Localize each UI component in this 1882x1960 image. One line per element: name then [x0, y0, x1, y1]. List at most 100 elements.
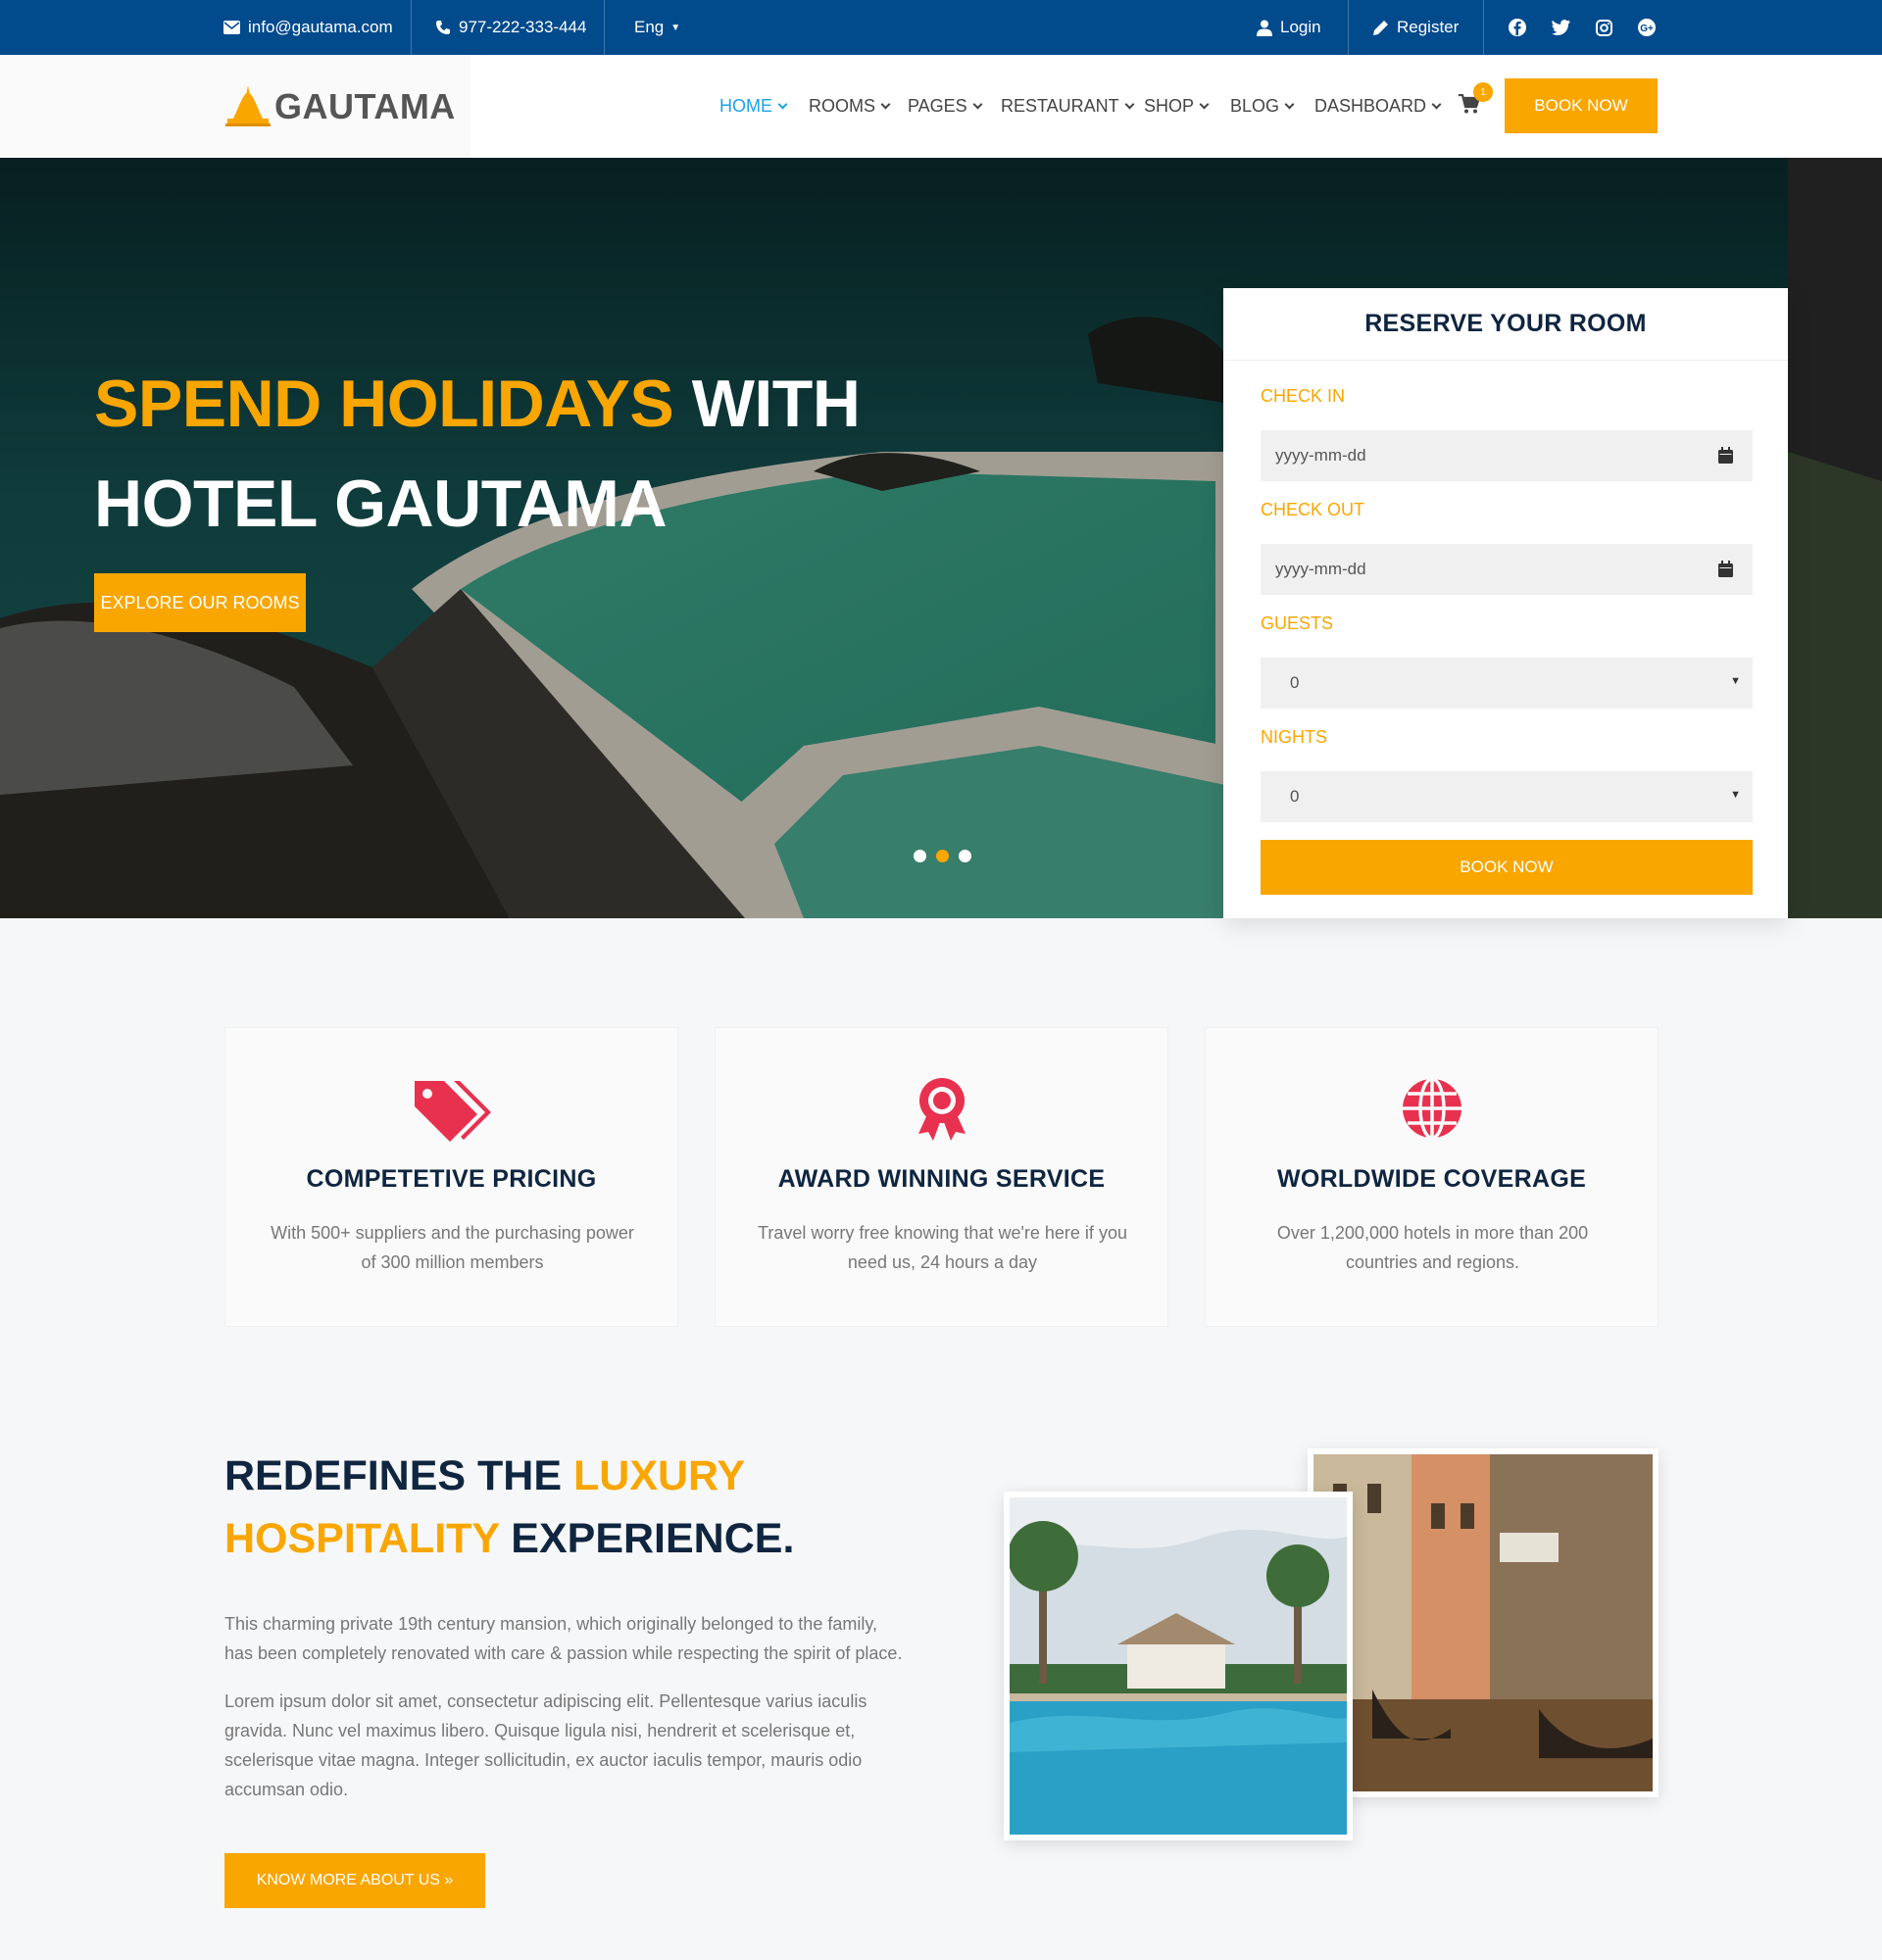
email-link[interactable]: info@gautama.com — [223, 0, 393, 55]
book-now-header-button[interactable]: BOOK NOW — [1505, 78, 1658, 133]
feature-icon-wrap — [1393, 1077, 1471, 1146]
slider-dot-1[interactable] — [914, 850, 926, 862]
check-out-placeholder: yyyy-mm-dd — [1275, 560, 1366, 578]
phone-icon — [436, 21, 450, 34]
about-title: REDEFINES THE LUXURY HOSPITALITY EXPERIE… — [224, 1445, 794, 1570]
feature-card-pricing: COMPETETIVE PRICING With 500+ suppliers … — [224, 1027, 678, 1327]
guests-label: GUESTS — [1261, 613, 1334, 633]
venice-canal-photo — [1308, 1448, 1659, 1797]
divider — [1483, 0, 1484, 55]
nav-shop[interactable]: SHOP — [1144, 55, 1210, 158]
pagoda-logo-icon — [225, 85, 271, 126]
register-text: Register — [1397, 18, 1460, 36]
chevron-down-icon — [777, 99, 788, 109]
nav-rooms[interactable]: ROOMS — [809, 55, 891, 158]
user-icon — [1257, 20, 1272, 36]
nights-select[interactable]: 0 ▼ — [1261, 771, 1753, 822]
phone-text: 977-222-333-444 — [459, 18, 587, 36]
caret-down-icon: ▼ — [1730, 675, 1741, 687]
register-link[interactable]: Register — [1372, 0, 1459, 55]
feature-title: COMPETETIVE PRICING — [306, 1165, 597, 1193]
language-select[interactable]: Eng ▼ — [634, 0, 680, 55]
guests-select[interactable]: 0 ▼ — [1261, 658, 1753, 709]
reserve-title: RESERVE YOUR ROOM — [1223, 288, 1788, 361]
about-paragraph-1: This charming private 19th century mansi… — [224, 1614, 903, 1663]
google-plus-link[interactable]: G+ — [1635, 16, 1659, 39]
award-ribbon-icon — [918, 1078, 966, 1141]
email-text: info@gautama.com — [248, 18, 393, 36]
chevron-down-icon — [1124, 99, 1135, 109]
book-now-button[interactable]: BOOK NOW — [1261, 840, 1753, 895]
check-in-input[interactable]: yyyy-mm-dd — [1261, 430, 1753, 481]
feature-card-award: AWARD WINNING SERVICE Travel worry free … — [715, 1027, 1168, 1327]
hero-title-rest: WITH — [691, 367, 861, 441]
divider — [1348, 0, 1349, 55]
guests-value: 0 — [1290, 673, 1300, 692]
google-plus-icon: G+ — [1638, 19, 1656, 36]
facebook-link[interactable] — [1506, 16, 1529, 39]
globe-icon — [1403, 1077, 1461, 1140]
hero-title-line2: HOTEL GAUTAMA — [94, 466, 668, 541]
nights-label: NIGHTS — [1261, 727, 1328, 747]
nav-shop-label: SHOP — [1144, 96, 1195, 116]
cart-count-badge: 1 — [1473, 82, 1493, 102]
nav-rooms-label: ROOMS — [809, 96, 876, 116]
nav-pages[interactable]: PAGES — [908, 55, 983, 158]
nav-restaurant-label: RESTAURANT — [1001, 96, 1119, 116]
envelope-icon — [223, 21, 240, 34]
instagram-icon — [1595, 19, 1612, 36]
pool-image — [1010, 1497, 1347, 1835]
hero-title-accent: SPEND HOLIDAYS — [94, 367, 674, 441]
check-out-input[interactable]: yyyy-mm-dd — [1261, 544, 1753, 595]
nav-restaurant[interactable]: RESTAURANT — [1001, 55, 1135, 158]
feature-card-coverage: WORLDWIDE COVERAGE Over 1,200,000 hotels… — [1205, 1027, 1659, 1327]
top-bar: info@gautama.com 977-222-333-444 Eng ▼ L… — [0, 0, 1882, 55]
twitter-icon — [1551, 20, 1570, 35]
phone-link[interactable]: 977-222-333-444 — [435, 0, 586, 55]
hero-title: SPEND HOLIDAYS WITH HOTEL GAUTAMA — [94, 354, 861, 554]
slider-dot-2[interactable] — [936, 850, 949, 862]
feature-title: AWARD WINNING SERVICE — [777, 1165, 1106, 1193]
language-text: Eng — [634, 18, 665, 36]
venice-canal-image — [1313, 1454, 1653, 1791]
about-title-accent1: LUXURY — [573, 1452, 746, 1499]
svg-text:G+: G+ — [1640, 24, 1654, 34]
caret-down-icon: ▼ — [1730, 789, 1741, 801]
check-in-placeholder: yyyy-mm-dd — [1275, 446, 1366, 465]
divider — [411, 0, 412, 55]
login-link[interactable]: Login — [1257, 0, 1321, 55]
nav-dashboard[interactable]: DASHBOARD — [1314, 55, 1442, 158]
reserve-room-form: RESERVE YOUR ROOM CHECK IN yyyy-mm-dd CH… — [1223, 288, 1788, 918]
pool-illustration — [1010, 1497, 1347, 1835]
nav-dashboard-label: DASHBOARD — [1314, 96, 1427, 116]
slider-dots — [914, 850, 971, 862]
nav-blog-label: BLOG — [1230, 96, 1280, 116]
nav-home[interactable]: HOME — [719, 55, 788, 158]
twitter-link[interactable] — [1549, 16, 1572, 39]
nights-value: 0 — [1290, 787, 1300, 806]
nav-blog[interactable]: BLOG — [1230, 55, 1295, 158]
instagram-link[interactable] — [1592, 16, 1615, 39]
chevron-down-icon — [972, 99, 983, 109]
pool-photo — [1004, 1492, 1353, 1840]
pencil-icon — [1373, 20, 1388, 35]
chevron-down-icon — [1284, 99, 1295, 109]
feature-text: Over 1,200,000 hotels in more than 200 c… — [1276, 1223, 1589, 1272]
about-title-accent2: HOSPITALITY — [224, 1515, 500, 1562]
know-more-button[interactable]: KNOW MORE ABOUT US » — [224, 1853, 485, 1908]
logo[interactable]: GAUTAMA — [225, 82, 456, 131]
explore-rooms-button[interactable]: EXPLORE OUR ROOMS — [94, 573, 306, 632]
about-title-part1: REDEFINES THE — [224, 1452, 563, 1499]
feature-text: Travel worry free knowing that we're her… — [758, 1223, 1127, 1272]
feature-title: WORLDWIDE COVERAGE — [1276, 1165, 1587, 1193]
chevron-down-icon — [1431, 99, 1442, 109]
facebook-icon — [1509, 19, 1526, 36]
about-title-part2: EXPERIENCE. — [511, 1515, 795, 1562]
nav-home-label: HOME — [719, 96, 772, 116]
logo-text: GAUTAMA — [274, 86, 456, 126]
feature-icon-wrap — [903, 1077, 981, 1146]
caret-down-icon: ▼ — [670, 22, 681, 33]
slider-dot-3[interactable] — [959, 850, 971, 862]
check-out-label: CHECK OUT — [1261, 500, 1365, 519]
nav-pages-label: PAGES — [908, 96, 967, 116]
